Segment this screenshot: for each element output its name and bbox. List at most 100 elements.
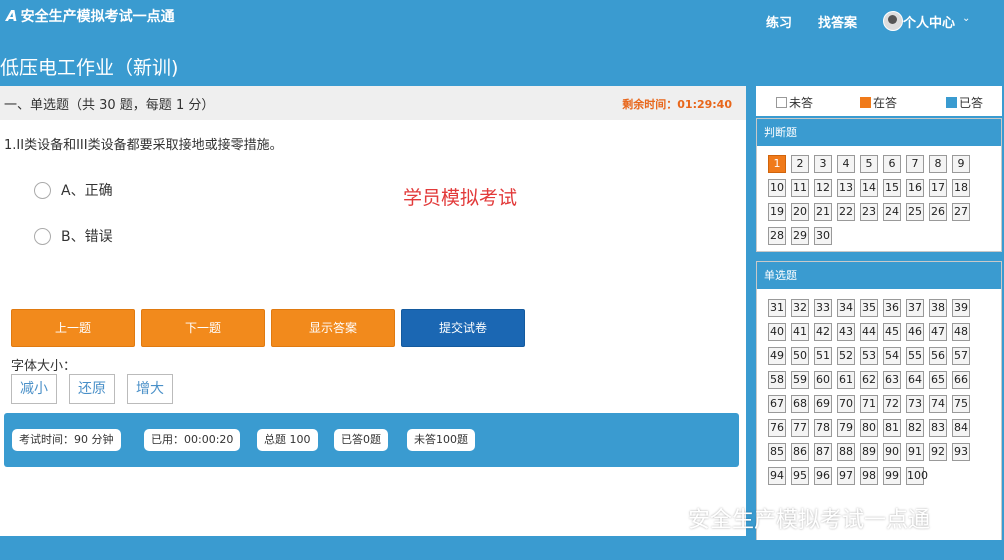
question-number-cell[interactable]: 4 — [837, 155, 855, 173]
question-number-cell[interactable]: 13 — [837, 179, 855, 197]
question-number-cell[interactable]: 11 — [791, 179, 809, 197]
question-number-cell[interactable]: 98 — [860, 467, 878, 485]
question-number-cell[interactable]: 2 — [791, 155, 809, 173]
question-number-cell[interactable]: 93 — [952, 443, 970, 461]
question-number-cell[interactable]: 94 — [768, 467, 786, 485]
question-number-cell[interactable]: 9 — [952, 155, 970, 173]
question-number-cell[interactable]: 5 — [860, 155, 878, 173]
question-number-cell[interactable]: 40 — [768, 323, 786, 341]
question-number-cell[interactable]: 14 — [860, 179, 878, 197]
question-number-cell[interactable]: 39 — [952, 299, 970, 317]
question-number-cell[interactable]: 69 — [814, 395, 832, 413]
question-number-cell[interactable]: 92 — [929, 443, 947, 461]
question-number-cell[interactable]: 42 — [814, 323, 832, 341]
question-number-cell[interactable]: 55 — [906, 347, 924, 365]
question-number-cell[interactable]: 61 — [837, 371, 855, 389]
question-number-cell[interactable]: 17 — [929, 179, 947, 197]
question-number-cell[interactable]: 79 — [837, 419, 855, 437]
option-b[interactable]: B、错误 — [34, 226, 113, 246]
question-number-cell[interactable]: 87 — [814, 443, 832, 461]
question-number-cell[interactable]: 18 — [952, 179, 970, 197]
question-number-cell[interactable]: 46 — [906, 323, 924, 341]
question-number-cell[interactable]: 8 — [929, 155, 947, 173]
question-number-cell[interactable]: 77 — [791, 419, 809, 437]
question-number-cell[interactable]: 63 — [883, 371, 901, 389]
question-number-cell[interactable]: 100 — [906, 467, 928, 485]
question-number-cell[interactable]: 64 — [906, 371, 924, 389]
question-number-cell[interactable]: 24 — [883, 203, 901, 221]
question-number-cell[interactable]: 95 — [791, 467, 809, 485]
question-number-cell[interactable]: 68 — [791, 395, 809, 413]
question-number-cell[interactable]: 29 — [791, 227, 809, 245]
question-number-cell[interactable]: 43 — [837, 323, 855, 341]
nav-find-answer[interactable]: 找答案 — [818, 12, 857, 31]
avatar[interactable] — [883, 11, 903, 31]
question-number-cell[interactable]: 54 — [883, 347, 901, 365]
question-number-cell[interactable]: 52 — [837, 347, 855, 365]
question-number-cell[interactable]: 75 — [952, 395, 970, 413]
question-number-cell[interactable]: 45 — [883, 323, 901, 341]
question-number-cell[interactable]: 60 — [814, 371, 832, 389]
question-number-cell[interactable]: 31 — [768, 299, 786, 317]
question-number-cell[interactable]: 70 — [837, 395, 855, 413]
font-decrease-button[interactable]: 减小 — [11, 374, 57, 404]
question-number-cell[interactable]: 21 — [814, 203, 832, 221]
question-number-cell[interactable]: 26 — [929, 203, 947, 221]
question-number-cell[interactable]: 19 — [768, 203, 786, 221]
question-number-cell[interactable]: 57 — [952, 347, 970, 365]
question-number-cell[interactable]: 41 — [791, 323, 809, 341]
question-number-cell[interactable]: 91 — [906, 443, 924, 461]
radio-a[interactable] — [34, 181, 51, 199]
site-logo[interactable]: A 安全生产模拟考试一点通 — [6, 6, 175, 26]
question-number-cell[interactable]: 35 — [860, 299, 878, 317]
question-number-cell[interactable]: 23 — [860, 203, 878, 221]
submit-button[interactable]: 提交试卷 — [401, 309, 525, 347]
question-number-cell[interactable]: 3 — [814, 155, 832, 173]
prev-button[interactable]: 上一题 — [11, 309, 135, 347]
question-number-cell[interactable]: 83 — [929, 419, 947, 437]
question-number-cell[interactable]: 51 — [814, 347, 832, 365]
question-number-cell[interactable]: 82 — [906, 419, 924, 437]
question-number-cell[interactable]: 71 — [860, 395, 878, 413]
nav-practice[interactable]: 练习 — [766, 12, 792, 31]
question-number-cell[interactable]: 88 — [837, 443, 855, 461]
question-number-cell[interactable]: 32 — [791, 299, 809, 317]
question-number-cell[interactable]: 73 — [906, 395, 924, 413]
question-number-cell[interactable]: 53 — [860, 347, 878, 365]
question-number-cell[interactable]: 96 — [814, 467, 832, 485]
question-number-cell[interactable]: 50 — [791, 347, 809, 365]
question-number-cell[interactable]: 38 — [929, 299, 947, 317]
question-number-cell[interactable]: 22 — [837, 203, 855, 221]
question-number-cell[interactable]: 59 — [791, 371, 809, 389]
question-number-cell[interactable]: 85 — [768, 443, 786, 461]
question-number-cell[interactable]: 90 — [883, 443, 901, 461]
question-number-cell[interactable]: 48 — [952, 323, 970, 341]
question-number-cell[interactable]: 27 — [952, 203, 970, 221]
question-number-cell[interactable]: 12 — [814, 179, 832, 197]
question-number-cell[interactable]: 65 — [929, 371, 947, 389]
question-number-cell[interactable]: 7 — [906, 155, 924, 173]
question-number-cell[interactable]: 44 — [860, 323, 878, 341]
question-number-cell[interactable]: 74 — [929, 395, 947, 413]
question-number-cell[interactable]: 67 — [768, 395, 786, 413]
question-number-cell[interactable]: 58 — [768, 371, 786, 389]
question-number-cell[interactable]: 56 — [929, 347, 947, 365]
radio-b[interactable] — [34, 227, 51, 245]
question-number-cell[interactable]: 47 — [929, 323, 947, 341]
question-number-cell[interactable]: 99 — [883, 467, 901, 485]
show-answer-button[interactable]: 显示答案 — [271, 309, 395, 347]
question-number-cell[interactable]: 36 — [883, 299, 901, 317]
question-number-cell[interactable]: 72 — [883, 395, 901, 413]
font-reset-button[interactable]: 还原 — [69, 374, 115, 404]
question-number-cell[interactable]: 16 — [906, 179, 924, 197]
question-number-cell[interactable]: 25 — [906, 203, 924, 221]
question-number-cell[interactable]: 15 — [883, 179, 901, 197]
question-number-cell[interactable]: 30 — [814, 227, 832, 245]
question-number-cell[interactable]: 34 — [837, 299, 855, 317]
question-number-cell[interactable]: 89 — [860, 443, 878, 461]
question-number-cell[interactable]: 97 — [837, 467, 855, 485]
font-increase-button[interactable]: 增大 — [127, 374, 173, 404]
nav-user-center[interactable]: 个人中心 — [903, 12, 955, 31]
chevron-down-icon[interactable]: ⌄ — [962, 13, 970, 24]
option-a[interactable]: A、正确 — [34, 180, 113, 200]
